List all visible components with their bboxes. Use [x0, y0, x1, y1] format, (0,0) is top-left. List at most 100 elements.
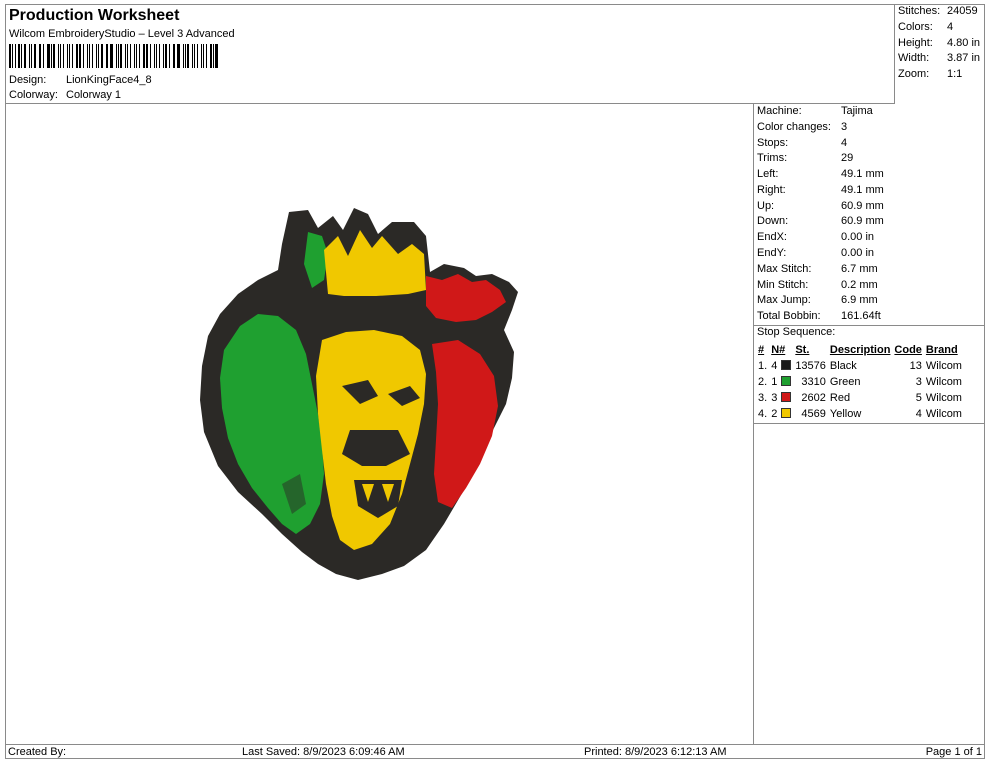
- max-stitch-value: 6.7 mm: [841, 263, 878, 275]
- barcode-bar: [78, 44, 82, 68]
- barcode-bar: [136, 44, 138, 68]
- row-needle: 1: [771, 376, 778, 388]
- barcode-bar: [117, 44, 119, 68]
- barcode-bar: [215, 44, 218, 68]
- color-swatch: [781, 408, 792, 418]
- right-value: 49.1 mm: [841, 184, 884, 196]
- barcode-bar: [14, 44, 16, 68]
- barcode-bar: [168, 44, 170, 68]
- stop-sequence-row: 4. 2 4569 Yellow 4 Wilcom: [756, 406, 964, 422]
- barcode-bar: [86, 44, 88, 68]
- max-jump-value: 6.9 mm: [841, 294, 878, 306]
- barcode-bar: [174, 44, 176, 68]
- zoom-row: Zoom: 1:1: [898, 68, 962, 80]
- barcode-bar: [100, 44, 103, 68]
- design-summary: Stitches: 24059 Colors: 4 Height: 4.80 in W…: [895, 5, 984, 104]
- worksheet-header: Production Worksheet Wilcom EmbroiderySt…: [6, 5, 895, 104]
- min-stitch-row: Min Stitch: 0.2 mm: [757, 279, 878, 295]
- row-code: 3: [915, 376, 922, 388]
- stops-label: Stops:: [757, 137, 789, 149]
- barcode-bar: [29, 44, 31, 68]
- design-value: LionKingFace4_8: [66, 74, 152, 86]
- barcode-bar: [62, 44, 65, 68]
- up-row: Up: 60.9 mm: [757, 200, 884, 216]
- left-value: 49.1 mm: [841, 168, 884, 180]
- barcode-bar: [67, 44, 69, 68]
- row-code: 5: [915, 392, 922, 404]
- trims-row: Trims: 29: [757, 152, 853, 168]
- barcode-bar: [196, 44, 199, 68]
- barcode-bar: [83, 44, 84, 68]
- row-description: Red: [829, 392, 851, 404]
- stop-sequence-row: 2. 1 3310 Green 3 Wilcom: [756, 374, 964, 390]
- width-row: Width: 3.87 in: [898, 52, 980, 64]
- barcode-bar: [23, 44, 27, 68]
- barcode-bar: [206, 44, 207, 68]
- row-index: 1.: [758, 360, 768, 372]
- printed-date: Printed: 8/9/2023 6:12:13 AM: [584, 746, 727, 758]
- barcode-bar: [107, 44, 109, 68]
- row-brand: Wilcom: [925, 392, 962, 404]
- barcode-bar: [187, 44, 190, 68]
- barcode-bar: [75, 44, 78, 68]
- row-brand: Wilcom: [925, 360, 962, 372]
- row-brand: Wilcom: [925, 376, 962, 388]
- design-row: Design: LionKingFace4_8: [9, 74, 152, 86]
- machine-value: Tajima: [841, 105, 873, 117]
- col-description: Description: [829, 344, 891, 356]
- color-changes-value: 3: [841, 121, 848, 133]
- barcode-bar: [139, 44, 140, 68]
- barcode-bar: [50, 44, 52, 68]
- barcode-bar: [153, 44, 155, 68]
- barcode-bar: [192, 44, 193, 68]
- color-swatch-cell: [779, 358, 793, 374]
- barcode-bar: [212, 44, 214, 68]
- machine-row: Machine: Tajima: [757, 105, 873, 121]
- stitches-row: Stitches: 24059: [898, 5, 978, 17]
- barcode-bar: [182, 44, 184, 68]
- barcode-bar: [125, 44, 126, 68]
- max-jump-label: Max Jump:: [757, 294, 811, 306]
- row-stitches: 13576: [795, 360, 826, 372]
- stop-sequence-table: # N# St. Description Code Brand 1. 4 13576…: [756, 342, 964, 422]
- design-preview: [6, 104, 754, 744]
- color-swatch-cell: [779, 390, 793, 406]
- barcode-bar: [177, 44, 180, 68]
- col-st: St.: [795, 344, 810, 356]
- barcode-bar: [33, 44, 36, 68]
- stop-sequence-divider: [754, 423, 984, 424]
- color-swatch: [781, 376, 792, 386]
- zoom-label: Zoom:: [898, 68, 930, 80]
- color-changes-row: Color changes: 3: [757, 121, 847, 137]
- machine-label: Machine:: [757, 105, 802, 117]
- page-number: Page 1 of 1: [925, 746, 982, 758]
- row-index: 3.: [758, 392, 768, 404]
- row-code: 4: [915, 408, 922, 420]
- trims-label: Trims:: [757, 152, 788, 164]
- row-index: 2.: [758, 376, 768, 388]
- row-stitches: 3310: [801, 376, 826, 388]
- total-bobbin-row: Total Bobbin: 161.64ft: [757, 310, 881, 326]
- row-needle: 3: [771, 392, 778, 404]
- barcode-bar: [155, 44, 157, 68]
- endx-label: EndX:: [757, 231, 787, 243]
- software-name: Wilcom EmbroideryStudio – Level 3 Advanc…: [9, 28, 235, 40]
- right-row: Right: 49.1 mm: [757, 184, 884, 200]
- stops-row: Stops: 4: [757, 137, 847, 153]
- down-label: Down:: [757, 215, 789, 227]
- stops-value: 4: [841, 137, 848, 149]
- stop-sequence-row: 3. 3 2602 Red 5 Wilcom: [756, 390, 964, 406]
- barcode-bar: [47, 44, 50, 68]
- colorway-value: Colorway 1: [66, 89, 122, 101]
- stitches-value: 24059: [947, 5, 978, 17]
- row-index: 4.: [758, 408, 768, 420]
- barcode-bar: [163, 44, 165, 68]
- up-value: 60.9 mm: [841, 200, 884, 212]
- barcode-bar: [88, 44, 90, 68]
- barcode-bar: [120, 44, 123, 68]
- stop-sequence-row: 1. 4 13576 Black 13 Wilcom: [756, 358, 964, 374]
- height-label: Height:: [898, 37, 933, 49]
- barcode-bar: [58, 44, 59, 68]
- row-stitches: 2602: [801, 392, 826, 404]
- col-brand: Brand: [925, 344, 958, 356]
